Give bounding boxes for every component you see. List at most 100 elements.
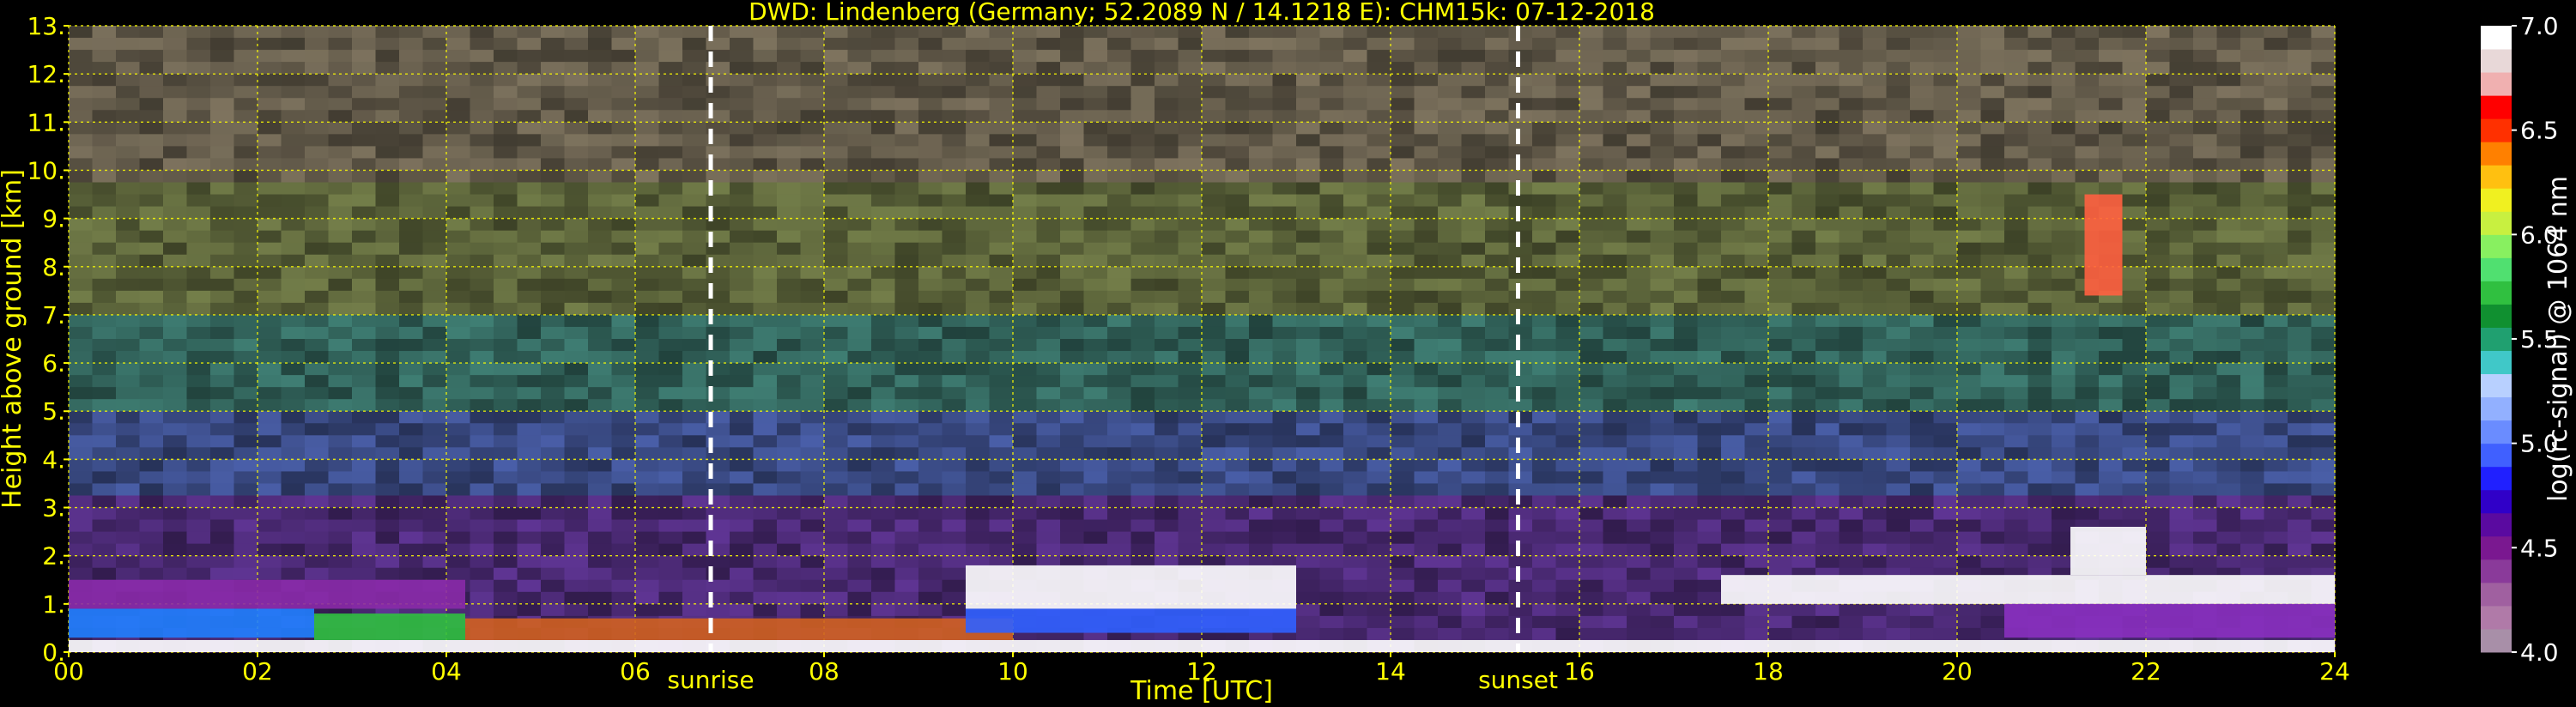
heatmap-cell [1650, 230, 1675, 244]
heatmap-cell [1343, 290, 1368, 304]
heatmap-cell [1178, 194, 1203, 208]
heatmap-cell [2169, 326, 2194, 340]
heatmap-cell [2264, 399, 2288, 412]
heatmap-cell [1343, 62, 1368, 75]
heatmap-cell [92, 170, 117, 184]
heatmap-cell [871, 254, 896, 268]
heatmap-cell [1155, 435, 1179, 448]
heatmap-cell [871, 519, 896, 533]
heatmap-cell [258, 483, 282, 497]
heatmap-cell [1627, 459, 1652, 473]
heatmap-cell [1367, 326, 1391, 340]
heatmap-cell [2099, 86, 2124, 99]
heatmap-cell [446, 543, 471, 557]
heatmap-cell [918, 194, 943, 208]
heatmap-cell [1438, 471, 1463, 485]
heatmap-cell [1555, 266, 1580, 280]
heatmap-cell [1674, 182, 1699, 196]
heatmap-cell [2240, 122, 2265, 135]
heatmap-cell [210, 218, 235, 232]
heatmap-cell [1083, 122, 1108, 135]
heatmap-cell [588, 278, 613, 292]
heatmap-cell [1319, 579, 1344, 593]
heatmap-cell [1579, 591, 1604, 605]
heatmap-cell [517, 326, 542, 340]
heatmap-cell [1933, 122, 1958, 135]
heatmap-cell [399, 459, 424, 473]
heatmap-cell [1272, 74, 1297, 87]
heatmap-cell [2288, 206, 2312, 220]
heatmap-cell [1060, 459, 1085, 473]
heatmap-cell [1910, 50, 1935, 63]
heatmap-cell [2075, 158, 2100, 172]
heatmap-cell [494, 519, 518, 533]
heatmap-cell [753, 122, 778, 135]
heatmap-cell [2052, 182, 2076, 196]
heatmap-cell [1343, 507, 1368, 521]
heatmap-cell [2240, 399, 2265, 412]
heatmap-cell [2122, 507, 2147, 521]
heatmap-cell [1721, 278, 1746, 292]
heatmap-cell [682, 278, 707, 292]
heatmap-cell [210, 74, 235, 87]
heatmap-cell [1791, 122, 1816, 135]
heatmap-cell [894, 555, 919, 569]
heatmap-cell [777, 411, 802, 424]
heatmap-cell [1697, 507, 1722, 521]
heatmap-cell [139, 278, 164, 292]
heatmap-cell [1391, 411, 1415, 424]
heatmap-cell [1319, 86, 1344, 99]
heatmap-cell [375, 182, 400, 196]
heatmap-cell [1863, 134, 1888, 147]
heatmap-cell [2052, 230, 2076, 244]
heatmap-cell [2146, 62, 2171, 75]
heatmap-cell [1319, 375, 1344, 388]
heatmap-cell [352, 387, 377, 400]
heatmap-cell [635, 591, 660, 605]
heatmap-cell [1130, 206, 1155, 220]
heatmap-cell [1367, 194, 1391, 208]
heatmap-cell [1438, 134, 1463, 147]
heatmap-cell [1839, 326, 1864, 340]
heatmap-cell [1839, 447, 1864, 460]
heatmap-cell [1485, 326, 1510, 340]
heatmap-cell [2004, 122, 2029, 135]
heatmap-cell [2027, 194, 2052, 208]
heatmap-cell [682, 146, 707, 160]
heatmap-cell [446, 495, 471, 509]
heatmap-cell [2311, 254, 2336, 268]
heatmap-cell [1178, 266, 1203, 280]
heatmap-cell [2052, 447, 2076, 460]
heatmap-cell [1130, 146, 1155, 160]
heatmap-cell [1461, 387, 1486, 400]
heatmap-cell [1555, 495, 1580, 509]
heatmap-cell [2146, 242, 2171, 256]
heatmap-cell [1107, 543, 1132, 557]
heatmap-cell [163, 459, 188, 473]
heatmap-cell [2004, 218, 2029, 232]
heatmap-cell [1791, 459, 1816, 473]
heatmap-cell [210, 351, 235, 364]
heatmap-cell [871, 387, 896, 400]
heatmap-cell [564, 266, 589, 280]
heatmap-cell [1627, 483, 1652, 497]
heatmap-cell [1697, 26, 1722, 39]
heatmap-cell [871, 86, 896, 99]
heatmap-cell [1202, 483, 1227, 497]
heatmap-cell [1249, 218, 1274, 232]
heatmap-cell [1414, 182, 1439, 196]
heatmap-cell [1532, 615, 1557, 629]
heatmap-cell [1461, 375, 1486, 388]
heatmap-cell [1627, 507, 1652, 521]
heatmap-cell [541, 339, 566, 352]
heatmap-cell [517, 218, 542, 232]
heatmap-cell [894, 146, 919, 160]
heatmap-cell [1296, 579, 1321, 593]
heatmap-cell [658, 110, 683, 123]
heatmap-cell [777, 387, 802, 400]
heatmap-cell [328, 375, 353, 388]
heatmap-cell [1744, 423, 1769, 436]
heatmap-cell [352, 314, 377, 328]
heatmap-cell [2052, 110, 2076, 123]
heatmap-cell [1130, 86, 1155, 99]
